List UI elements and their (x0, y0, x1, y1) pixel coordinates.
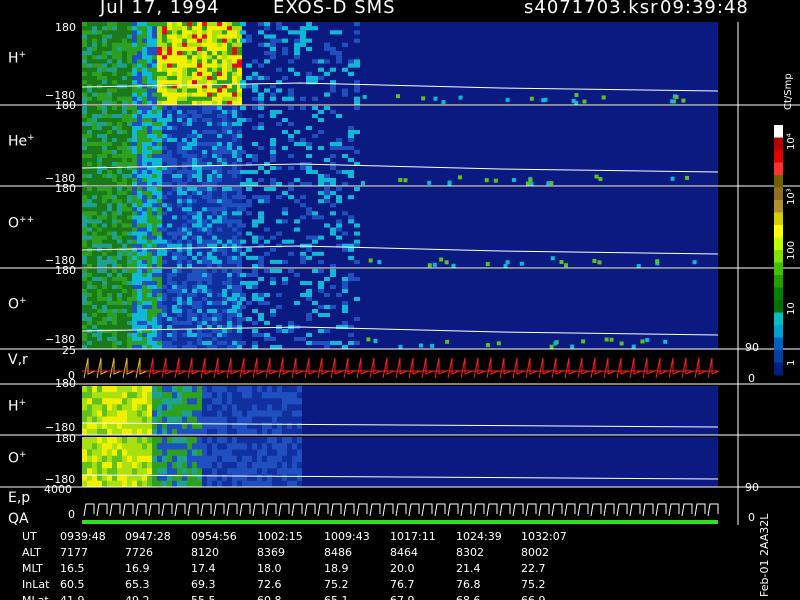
footer-cell: 1002:15 (257, 530, 303, 543)
qa-bar (82, 520, 718, 524)
colorbar-label-1e4: 10⁴ (786, 133, 797, 150)
footer-cell: 21.4 (456, 562, 481, 575)
spectrogram-figure: Jul 17, 1994 EXOS-D SMS s4071703.ksr 09:… (0, 0, 800, 600)
colorbar-swatch-0 (774, 125, 783, 138)
footer-cell: 72.6 (257, 578, 282, 591)
colorbar-swatch-17 (774, 337, 783, 351)
footer-cell: 7726 (125, 546, 153, 559)
colorbar-swatch-16 (774, 325, 783, 338)
footer-row-label: ALT (22, 546, 41, 559)
colorbar-swatch-13 (774, 287, 783, 301)
footer-cell: 7177 (60, 546, 88, 559)
colorbar-swatch-10 (774, 250, 783, 263)
footer-row-label: UT (22, 530, 37, 543)
footer-cell: 49.2 (125, 594, 150, 600)
colorbar-swatch-7 (774, 212, 783, 226)
footer-cell: 8302 (456, 546, 484, 559)
footer-cell: 1024:39 (456, 530, 502, 543)
footer-cell: 18.0 (257, 562, 282, 575)
colorbar-swatch-5 (774, 187, 783, 201)
colorbar-label-10: 10 (786, 302, 797, 315)
colorbar-unit: Ct/Smp (783, 73, 794, 110)
footer-row-label: MLat (22, 594, 49, 600)
footer-cell: 1009:43 (324, 530, 370, 543)
colorbar-swatch-6 (774, 200, 783, 213)
footer-cell: 68.6 (456, 594, 481, 600)
footer-cell: 76.8 (456, 578, 481, 591)
footer-cell: 16.9 (125, 562, 150, 575)
footer-cell: 69.3 (191, 578, 216, 591)
footer-cell: 8464 (390, 546, 418, 559)
footer-cell: 22.7 (521, 562, 546, 575)
footer-row-label: MLT (22, 562, 43, 575)
spectrogram-plot-area (0, 22, 800, 525)
footer-cell: 17.4 (191, 562, 216, 575)
footer-cell: 66.9 (521, 594, 546, 600)
colorbar-swatch-12 (774, 275, 783, 288)
footer-cell: 8486 (324, 546, 352, 559)
footer-cell: 75.2 (324, 578, 349, 591)
colorbar-swatch-19 (774, 362, 783, 376)
footer-cell: 1017:11 (390, 530, 436, 543)
colorbar-swatch-1 (774, 137, 783, 151)
colorbar-label-100: 100 (786, 240, 797, 260)
footer-cell: 65.1 (324, 594, 349, 600)
footer-cell: 60.8 (257, 594, 282, 600)
colorbar-label-1: 1 (786, 359, 797, 366)
colorbar-swatch-9 (774, 237, 783, 251)
colorbar-swatch-8 (774, 225, 783, 238)
footer-row-label: InLat (22, 578, 50, 591)
footer-cell: 0947:28 (125, 530, 171, 543)
footer-cell: 18.9 (324, 562, 349, 575)
colorbar-swatch-4 (774, 175, 783, 188)
colorbar-swatch-2 (774, 150, 783, 163)
footer-cell: 8369 (257, 546, 285, 559)
footer-cell: 75.2 (521, 578, 546, 591)
footer-cell: 76.7 (390, 578, 415, 591)
footer-cell: 65.3 (125, 578, 150, 591)
footer-cell: 20.0 (390, 562, 415, 575)
footer-cell: 0939:48 (60, 530, 106, 543)
colorbar-swatch-15 (774, 312, 783, 326)
ep-panel (82, 489, 718, 525)
colorbar-swatch-14 (774, 300, 783, 313)
colorbar-swatch-11 (774, 262, 783, 276)
footer-cell: 41.9 (60, 594, 85, 600)
footer-cell: 8002 (521, 546, 549, 559)
footer-cell: 0954:56 (191, 530, 237, 543)
footer-cell: 67.9 (390, 594, 415, 600)
footer-cell: 60.5 (60, 578, 85, 591)
colorbar-swatch-18 (774, 350, 783, 363)
footer-cell: 8120 (191, 546, 219, 559)
footer-cell: 1032:07 (521, 530, 567, 543)
footer-cell: 16.5 (60, 562, 85, 575)
colorbar-swatch-3 (774, 162, 783, 176)
footer-cell: 55.5 (191, 594, 216, 600)
colorbar-label-1e3: 10³ (786, 188, 797, 205)
side-text: Feb-01 2AA32L (758, 513, 771, 597)
